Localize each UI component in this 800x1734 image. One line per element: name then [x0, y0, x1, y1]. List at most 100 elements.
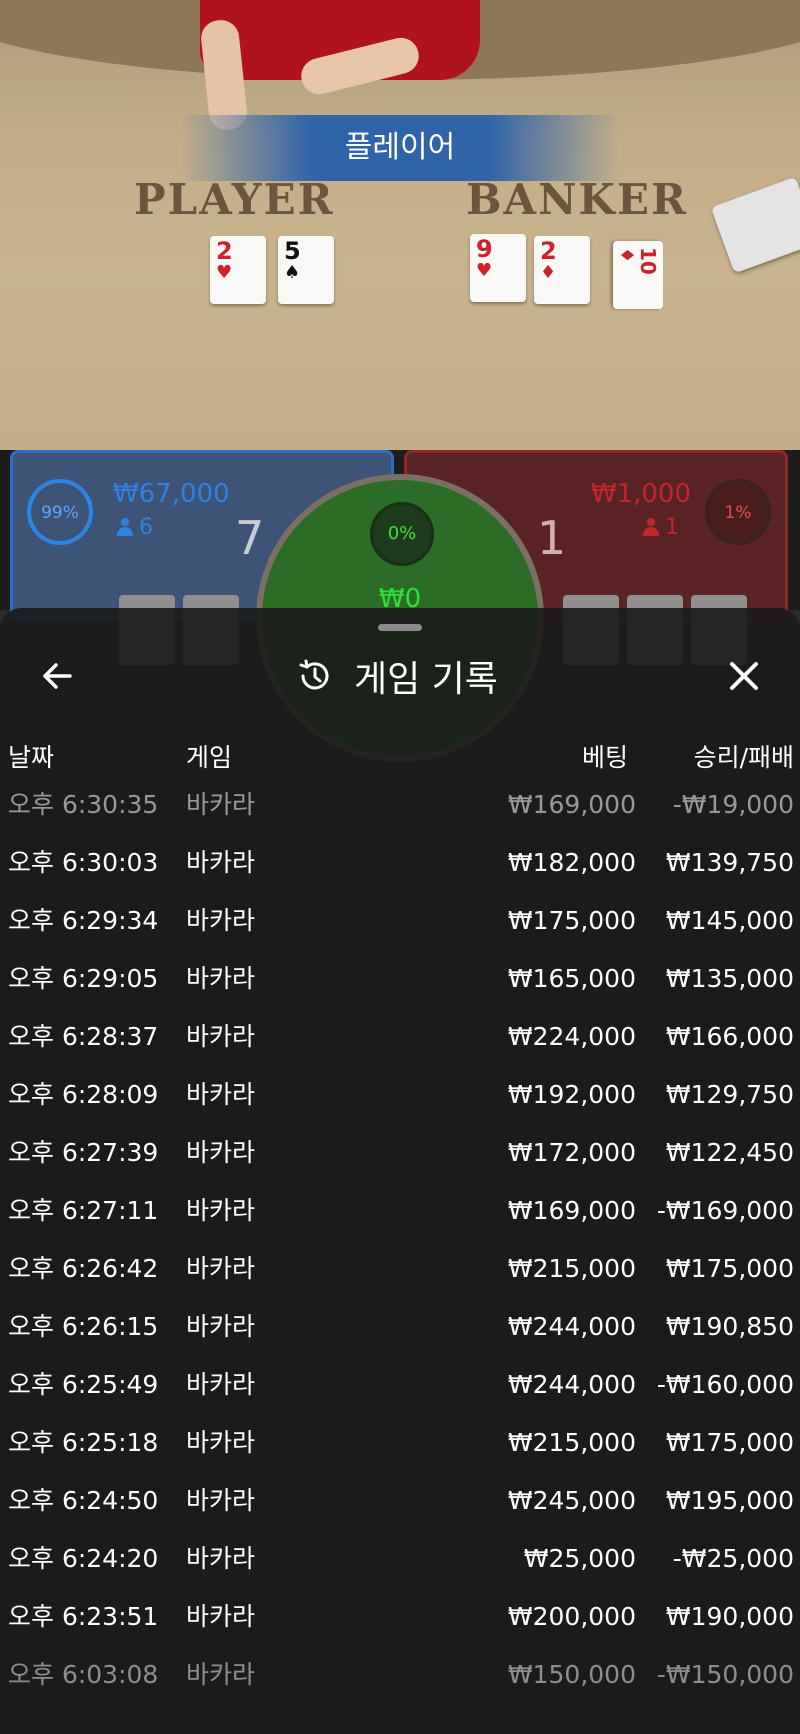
table-row[interactable]: 오후 6:27:39 바카라 ₩172,000 ₩122,450	[0, 1124, 800, 1182]
row-win-loss: ₩135,000	[665, 964, 794, 993]
table-row[interactable]: 오후 6:03:08 바카라 ₩150,000 -₩150,000	[0, 1646, 800, 1704]
row-date: 오후 6:29:34	[8, 906, 159, 935]
row-date: 오후 6:24:50	[8, 1486, 159, 1515]
row-win-loss: -₩25,000	[672, 1544, 794, 1573]
card-suit: ♠	[284, 262, 301, 283]
row-bet: ₩169,000	[507, 1196, 636, 1225]
table-row[interactable]: 오후 6:30:03 바카라 ₩182,000 ₩139,750	[0, 834, 800, 892]
row-game: 바카라	[186, 964, 256, 993]
card-rank: 10	[636, 247, 660, 275]
row-bet: ₩169,000	[507, 790, 636, 819]
banker-count-value: 1	[665, 515, 679, 540]
column-header-win-loss: 승리/패배	[693, 743, 794, 772]
row-date: 오후 6:29:05	[8, 964, 159, 993]
table-row[interactable]: 오후 6:25:18 바카라 ₩215,000 ₩175,000	[0, 1414, 800, 1472]
row-game: 바카라	[186, 1138, 256, 1167]
table-row[interactable]: 오후 6:26:15 바카라 ₩244,000 ₩190,850	[0, 1298, 800, 1356]
column-header-game: 게임	[186, 743, 233, 772]
banker-percent: 1%	[705, 479, 771, 545]
row-win-loss: ₩166,000	[665, 1022, 794, 1051]
row-win-loss: ₩190,000	[665, 1602, 794, 1631]
row-game: 바카라	[186, 906, 256, 935]
arrow-left-icon-svg	[43, 663, 72, 689]
banker-card: 9 ♥	[470, 234, 526, 302]
row-win-loss: ₩122,450	[665, 1138, 794, 1167]
row-win-loss: ₩175,000	[665, 1254, 794, 1283]
row-bet: ₩200,000	[507, 1602, 636, 1631]
row-game: 바카라	[186, 1370, 256, 1399]
close-x-icon-svg	[730, 662, 758, 690]
table-row[interactable]: 오후 6:28:09 바카라 ₩192,000 ₩129,750	[0, 1066, 800, 1124]
row-date: 오후 6:23:51	[8, 1602, 159, 1631]
row-date: 오후 6:30:03	[8, 848, 159, 877]
row-win-loss: ₩139,750	[665, 848, 794, 877]
row-game: 바카라	[186, 790, 256, 819]
card-rank: 9	[476, 235, 493, 263]
sheet-header: 게임 기록	[296, 648, 498, 704]
table-row[interactable]: 오후 6:28:37 바카라 ₩224,000 ₩166,000	[0, 1008, 800, 1066]
row-game: 바카라	[186, 1080, 256, 1109]
row-bet: ₩245,000	[507, 1486, 636, 1515]
banker-bet-amount: ₩1,000	[590, 479, 691, 509]
row-date: 오후 6:25:49	[8, 1370, 159, 1399]
table-row[interactable]: 오후 6:29:34 바카라 ₩175,000 ₩145,000	[0, 892, 800, 950]
drag-handle[interactable]	[378, 624, 422, 631]
player-percent: 99%	[27, 479, 93, 545]
row-win-loss: -₩150,000	[656, 1660, 794, 1689]
user-icon	[643, 518, 659, 536]
row-date: 오후 6:30:35	[8, 790, 159, 819]
row-win-loss: ₩195,000	[665, 1486, 794, 1515]
banker-card: 2 ♦	[534, 236, 590, 304]
row-date: 오후 6:24:20	[8, 1544, 159, 1573]
row-bet: ₩192,000	[507, 1080, 636, 1109]
row-game: 바카라	[186, 1660, 256, 1689]
result-banner: 플레이어	[180, 115, 620, 181]
row-bet: ₩215,000	[507, 1428, 636, 1457]
row-win-loss: -₩169,000	[656, 1196, 794, 1225]
card-shoe	[710, 176, 800, 274]
row-date: 오후 6:25:18	[8, 1428, 159, 1457]
column-header-bet: 베팅	[581, 743, 628, 772]
table-row[interactable]: 오후 6:24:50 바카라 ₩245,000 ₩195,000	[0, 1472, 800, 1530]
row-date: 오후 6:27:11	[8, 1196, 159, 1225]
history-table-header: 날짜 게임 베팅 승리/패배	[0, 738, 800, 778]
row-bet: ₩215,000	[507, 1254, 636, 1283]
card-rank: 5	[284, 237, 301, 265]
table-row[interactable]: 오후 6:26:42 바카라 ₩215,000 ₩175,000	[0, 1240, 800, 1298]
table-row[interactable]: 오후 6:27:11 바카라 ₩169,000 -₩169,000	[0, 1182, 800, 1240]
row-game: 바카라	[186, 1428, 256, 1457]
table-row[interactable]: 오후 6:30:35 바카라 ₩169,000 -₩19,000	[0, 776, 800, 834]
table-row[interactable]: 오후 6:24:20 바카라 ₩25,000 -₩25,000	[0, 1530, 800, 1588]
card-suit: ♦	[540, 262, 557, 283]
row-game: 바카라	[186, 1022, 256, 1051]
user-icon	[117, 518, 133, 536]
row-game: 바카라	[186, 848, 256, 877]
row-game: 바카라	[186, 1312, 256, 1341]
row-bet: ₩244,000	[507, 1312, 636, 1341]
player-bet-amount: ₩67,000	[113, 479, 230, 509]
game-history-sheet: 게임 기록 날짜 게임 베팅 승리/패배 오후 6:30:35 바카라 ₩169,0…	[0, 608, 800, 1734]
column-header-date: 날짜	[8, 743, 55, 772]
history-table: 오후 6:30:35 바카라 ₩169,000 -₩19,000 오후 6:30:03…	[0, 776, 800, 1704]
close-icon[interactable]	[722, 654, 766, 698]
row-bet: ₩182,000	[507, 848, 636, 877]
card-suit: ♦	[616, 247, 637, 264]
row-win-loss: ₩190,850	[665, 1312, 794, 1341]
table-row[interactable]: 오후 6:29:05 바카라 ₩165,000 ₩135,000	[0, 950, 800, 1008]
row-win-loss: ₩175,000	[665, 1428, 794, 1457]
row-game: 바카라	[186, 1254, 256, 1283]
card-suit: ♥	[216, 262, 233, 283]
table-row[interactable]: 오후 6:23:51 바카라 ₩200,000 ₩190,000	[0, 1588, 800, 1646]
row-bet: ₩172,000	[507, 1138, 636, 1167]
row-bet: ₩224,000	[507, 1022, 636, 1051]
player-card: 2 ♥	[210, 236, 266, 304]
arrow-left-icon[interactable]	[36, 654, 80, 698]
banker-card: 10 ♦	[613, 241, 663, 309]
row-date: 오후 6:03:08	[8, 1660, 159, 1689]
row-win-loss: ₩145,000	[665, 906, 794, 935]
history-clock-icon	[299, 659, 329, 690]
row-bet: ₩244,000	[507, 1370, 636, 1399]
table-row[interactable]: 오후 6:25:49 바카라 ₩244,000 -₩160,000	[0, 1356, 800, 1414]
row-bet: ₩25,000	[523, 1544, 636, 1573]
row-game: 바카라	[186, 1602, 256, 1631]
